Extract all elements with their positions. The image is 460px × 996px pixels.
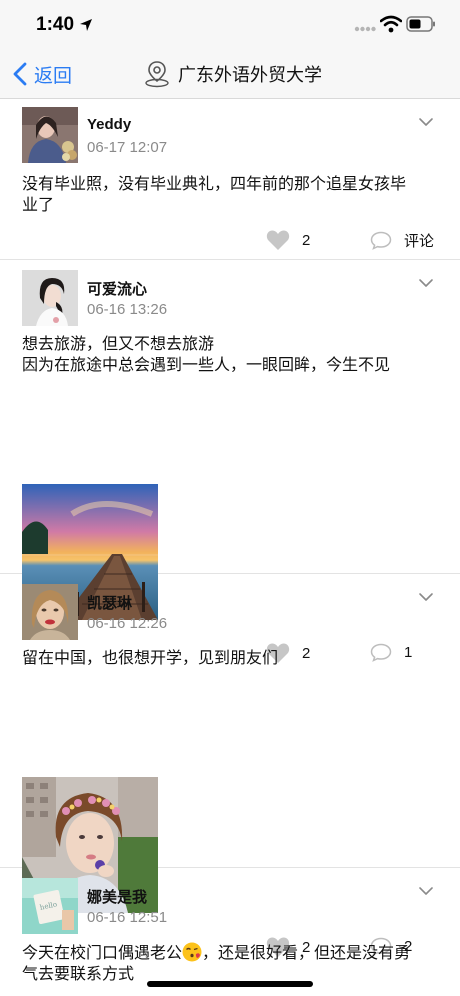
post-text: 留在中国，也很想开学，见到朋友们 (22, 650, 279, 667)
post-text: 想去旅游，但又不想去旅游 因为在旅途中总会遇到一些人，一眼回眸，今生不见 (22, 336, 391, 374)
username[interactable]: 凯瑟琳 (87, 592, 132, 613)
post-time: 06-16 13:26 (87, 301, 168, 318)
chevron-down-icon[interactable] (418, 116, 434, 128)
comment-label: 评论 (404, 233, 435, 250)
post-item[interactable]: 凯瑟琳 06-16 12:26 留在中国，也很想开学，见到朋友们 2 2 (0, 574, 460, 957)
comment-bubble-icon (370, 231, 392, 250)
avatar[interactable] (22, 270, 78, 326)
username[interactable]: 可爱流心 (87, 278, 147, 299)
chevron-down-icon[interactable] (418, 885, 434, 897)
post-time: 06-16 12:51 (87, 909, 168, 926)
avatar[interactable]: hello (22, 878, 78, 934)
avatar[interactable] (22, 584, 78, 640)
chevron-down-icon[interactable] (418, 591, 434, 603)
post-text-part: 今天在校门口偶遇老公 (22, 945, 183, 962)
location-title: 广东外语外贸大学 (144, 60, 322, 88)
cellular-signal-icon (354, 26, 376, 32)
location-pin-icon (145, 61, 169, 88)
username[interactable]: 娜美是我 (87, 886, 147, 907)
post-text-part: ，还是很好看，但还是没有勇 (202, 945, 411, 962)
post-time: 06-16 12:26 (87, 615, 168, 632)
back-label: 返回 (34, 65, 73, 87)
chevron-left-icon (13, 62, 27, 86)
post-item[interactable]: 可爱流心 06-16 13:26 想去旅游，但又不想去旅游 因为在旅途中总会遇到… (0, 260, 460, 663)
back-button[interactable]: 返回 (12, 60, 72, 88)
kissing-face-emoji-icon (182, 942, 202, 962)
navigation-bar: 返回 广东外语外贸大学 (0, 48, 460, 99)
avatar[interactable] (22, 107, 78, 163)
location-arrow-icon (80, 19, 92, 31)
status-bar: 1:40 (0, 0, 460, 48)
post-item[interactable]: Yeddy 06-17 12:07 没有毕业照，没有毕业典礼，四年前的那个追星女… (0, 99, 460, 260)
status-time: 1:40 (36, 14, 75, 35)
like-button[interactable]: 2 (266, 229, 310, 251)
post-item[interactable]: hello 娜美是我 06-16 12:51 今天在校门口偶遇老公 ，还是很好看… (0, 868, 460, 996)
post-time: 06-17 12:07 (87, 139, 168, 156)
post-text: 没有毕业照，没有毕业典礼，四年前的那个追星女孩毕 业了 (22, 176, 407, 214)
post-text: 今天在校门口偶遇老公 ，还是很好看，但还是没有勇气去要联系方式 (22, 942, 442, 985)
home-indicator[interactable] (147, 981, 313, 987)
chevron-down-icon[interactable] (418, 277, 434, 289)
comment-button[interactable]: 评论 (370, 230, 434, 251)
like-count: 2 (302, 231, 311, 249)
wifi-icon (380, 15, 402, 33)
post-text-part: 气去要联系方式 (22, 966, 135, 983)
battery-icon (406, 16, 435, 32)
heart-icon (266, 230, 290, 250)
page-title: 广东外语外贸大学 (178, 65, 322, 85)
username[interactable]: Yeddy (87, 116, 131, 133)
